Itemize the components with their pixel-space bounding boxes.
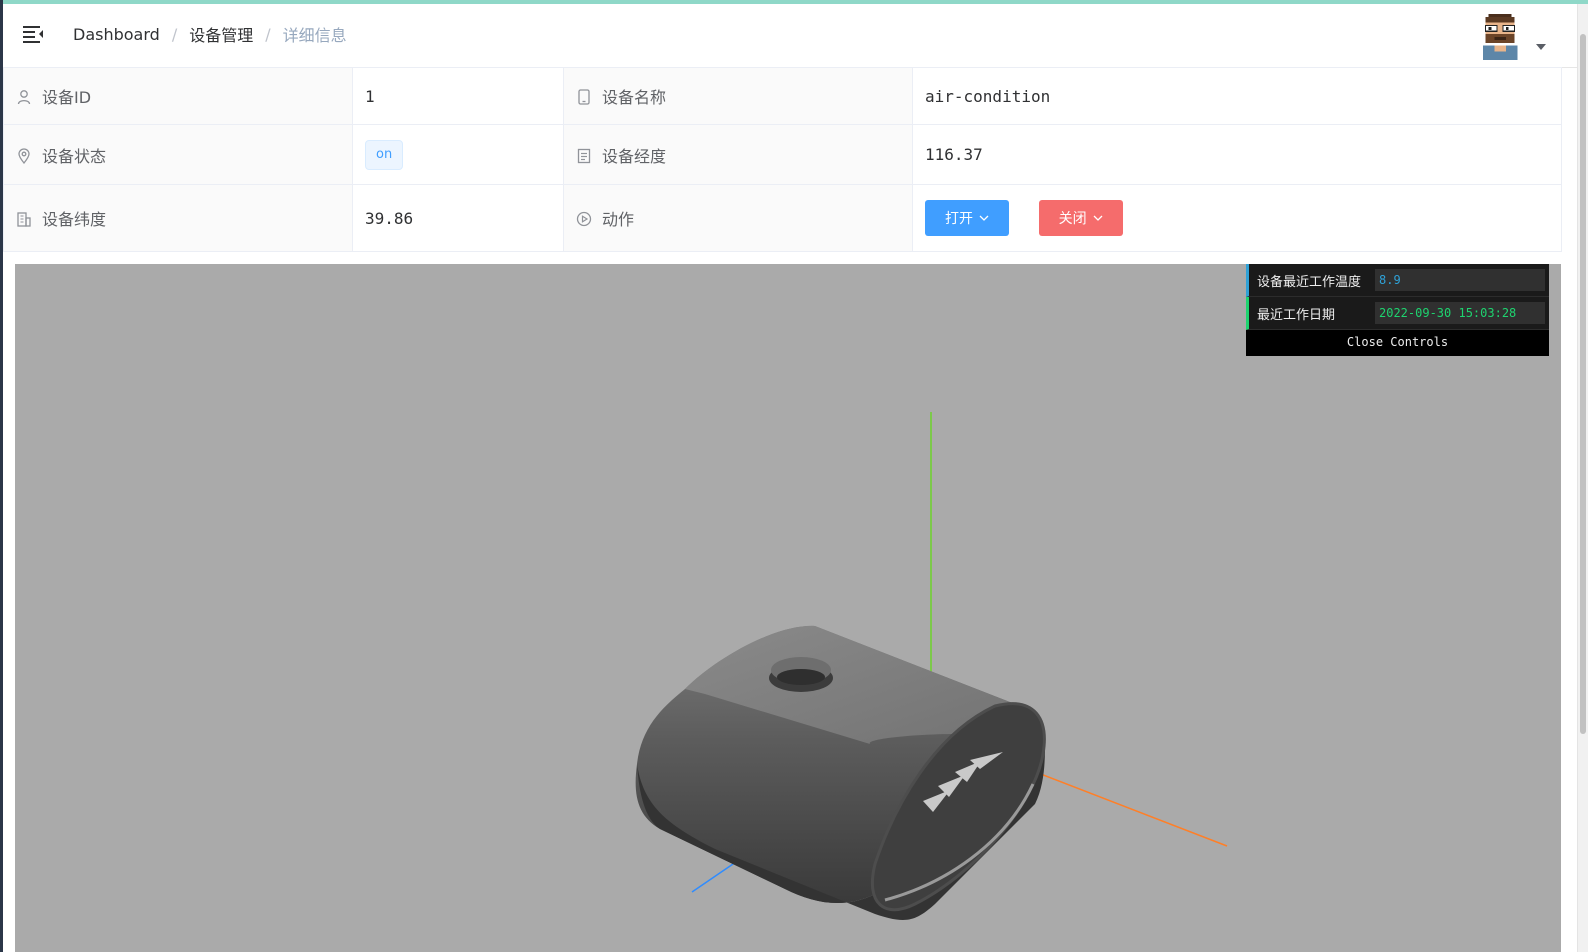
device-name-value: air-condition xyxy=(912,67,1562,125)
air-conditioner-model xyxy=(635,625,1046,920)
desc-row-2: 设备状态 on 设备经度 116.37 xyxy=(3,124,1562,185)
desc-row-3: 设备纬度 39.86 动作 打开 关闭 xyxy=(3,184,1562,252)
breadcrumb-detail: 详细信息 xyxy=(282,26,347,45)
breadcrumb-device-management[interactable]: 设备管理 xyxy=(189,22,253,46)
chevron-down-icon xyxy=(1093,215,1103,221)
device-longitude-label: 设备经度 xyxy=(602,146,667,166)
device-latitude-value: 39.86 xyxy=(352,184,564,252)
device-name-label-cell: 设备名称 xyxy=(563,67,913,125)
scrollbar-thumb[interactable] xyxy=(1580,34,1586,734)
device-id-value: 1 xyxy=(352,67,564,125)
device-name-label: 设备名称 xyxy=(602,88,667,107)
controls-panel: 设备最近工作温度 8.9 最近工作日期 2022-09-30 15:03:28 … xyxy=(1246,264,1549,356)
date-label: 最近工作日期 xyxy=(1257,307,1336,323)
device-action-cell: 打开 关闭 xyxy=(912,184,1562,252)
close-controls-button[interactable]: Close Controls xyxy=(1246,330,1549,356)
scrollbar[interactable] xyxy=(1577,4,1588,952)
desc-row-1: 设备ID 1 设备名称 air-condition xyxy=(3,67,1562,125)
close-button-label: 关闭 xyxy=(1058,211,1087,227)
chevron-down-icon xyxy=(979,215,989,221)
device-status-label-cell: 设备状态 xyxy=(3,124,353,185)
breadcrumb: Dashboard / 设备管理 / 详细信息 xyxy=(73,22,347,46)
date-control: 最近工作日期 2022-09-30 15:03:28 xyxy=(1246,297,1549,330)
3d-viewport[interactable] xyxy=(15,264,1561,952)
device-longitude-value: 116.37 xyxy=(912,124,1562,185)
date-input[interactable]: 2022-09-30 15:03:28 xyxy=(1375,302,1545,324)
tablet-icon xyxy=(576,89,592,105)
temperature-control: 设备最近工作温度 8.9 xyxy=(1246,264,1549,297)
open-dropdown-button[interactable]: 打开 xyxy=(925,200,1009,236)
device-id-label: 设备ID xyxy=(42,88,92,107)
avatar[interactable] xyxy=(1479,14,1521,60)
breadcrumb-dashboard[interactable]: Dashboard xyxy=(73,25,160,44)
location-icon xyxy=(16,147,32,164)
breadcrumb-separator: / xyxy=(265,24,271,44)
document-icon xyxy=(576,148,592,164)
user-icon xyxy=(16,89,32,105)
x-axis-line xyxy=(1014,763,1228,847)
video-play-icon xyxy=(576,211,592,227)
temperature-label: 设备最近工作温度 xyxy=(1257,274,1362,290)
device-action-label: 动作 xyxy=(602,210,635,229)
device-latitude-label-cell: 设备纬度 xyxy=(3,184,353,252)
device-id-label-cell: 设备ID xyxy=(3,67,353,125)
device-action-label-cell: 动作 xyxy=(563,184,913,252)
hamburger-icon[interactable] xyxy=(21,21,47,47)
breadcrumb-separator: / xyxy=(171,24,178,44)
close-dropdown-button[interactable]: 关闭 xyxy=(1038,200,1123,236)
device-status-label: 设备状态 xyxy=(42,146,107,166)
device-descriptions: 设备ID 1 设备名称 air-condition 设备状态 on 设备经度 1… xyxy=(3,67,1562,252)
office-building-icon xyxy=(16,211,32,227)
3d-scene xyxy=(635,412,1228,920)
temperature-input[interactable]: 8.9 xyxy=(1375,269,1545,291)
device-longitude-label-cell: 设备经度 xyxy=(563,124,913,185)
avatar-dropdown-icon[interactable] xyxy=(1536,44,1546,50)
open-button-label: 打开 xyxy=(945,211,973,227)
navbar: Dashboard / 设备管理 / 详细信息 xyxy=(3,4,1578,68)
device-status-cell: on xyxy=(352,124,564,185)
status-badge: on xyxy=(365,139,404,170)
device-latitude-label: 设备纬度 xyxy=(42,210,107,229)
